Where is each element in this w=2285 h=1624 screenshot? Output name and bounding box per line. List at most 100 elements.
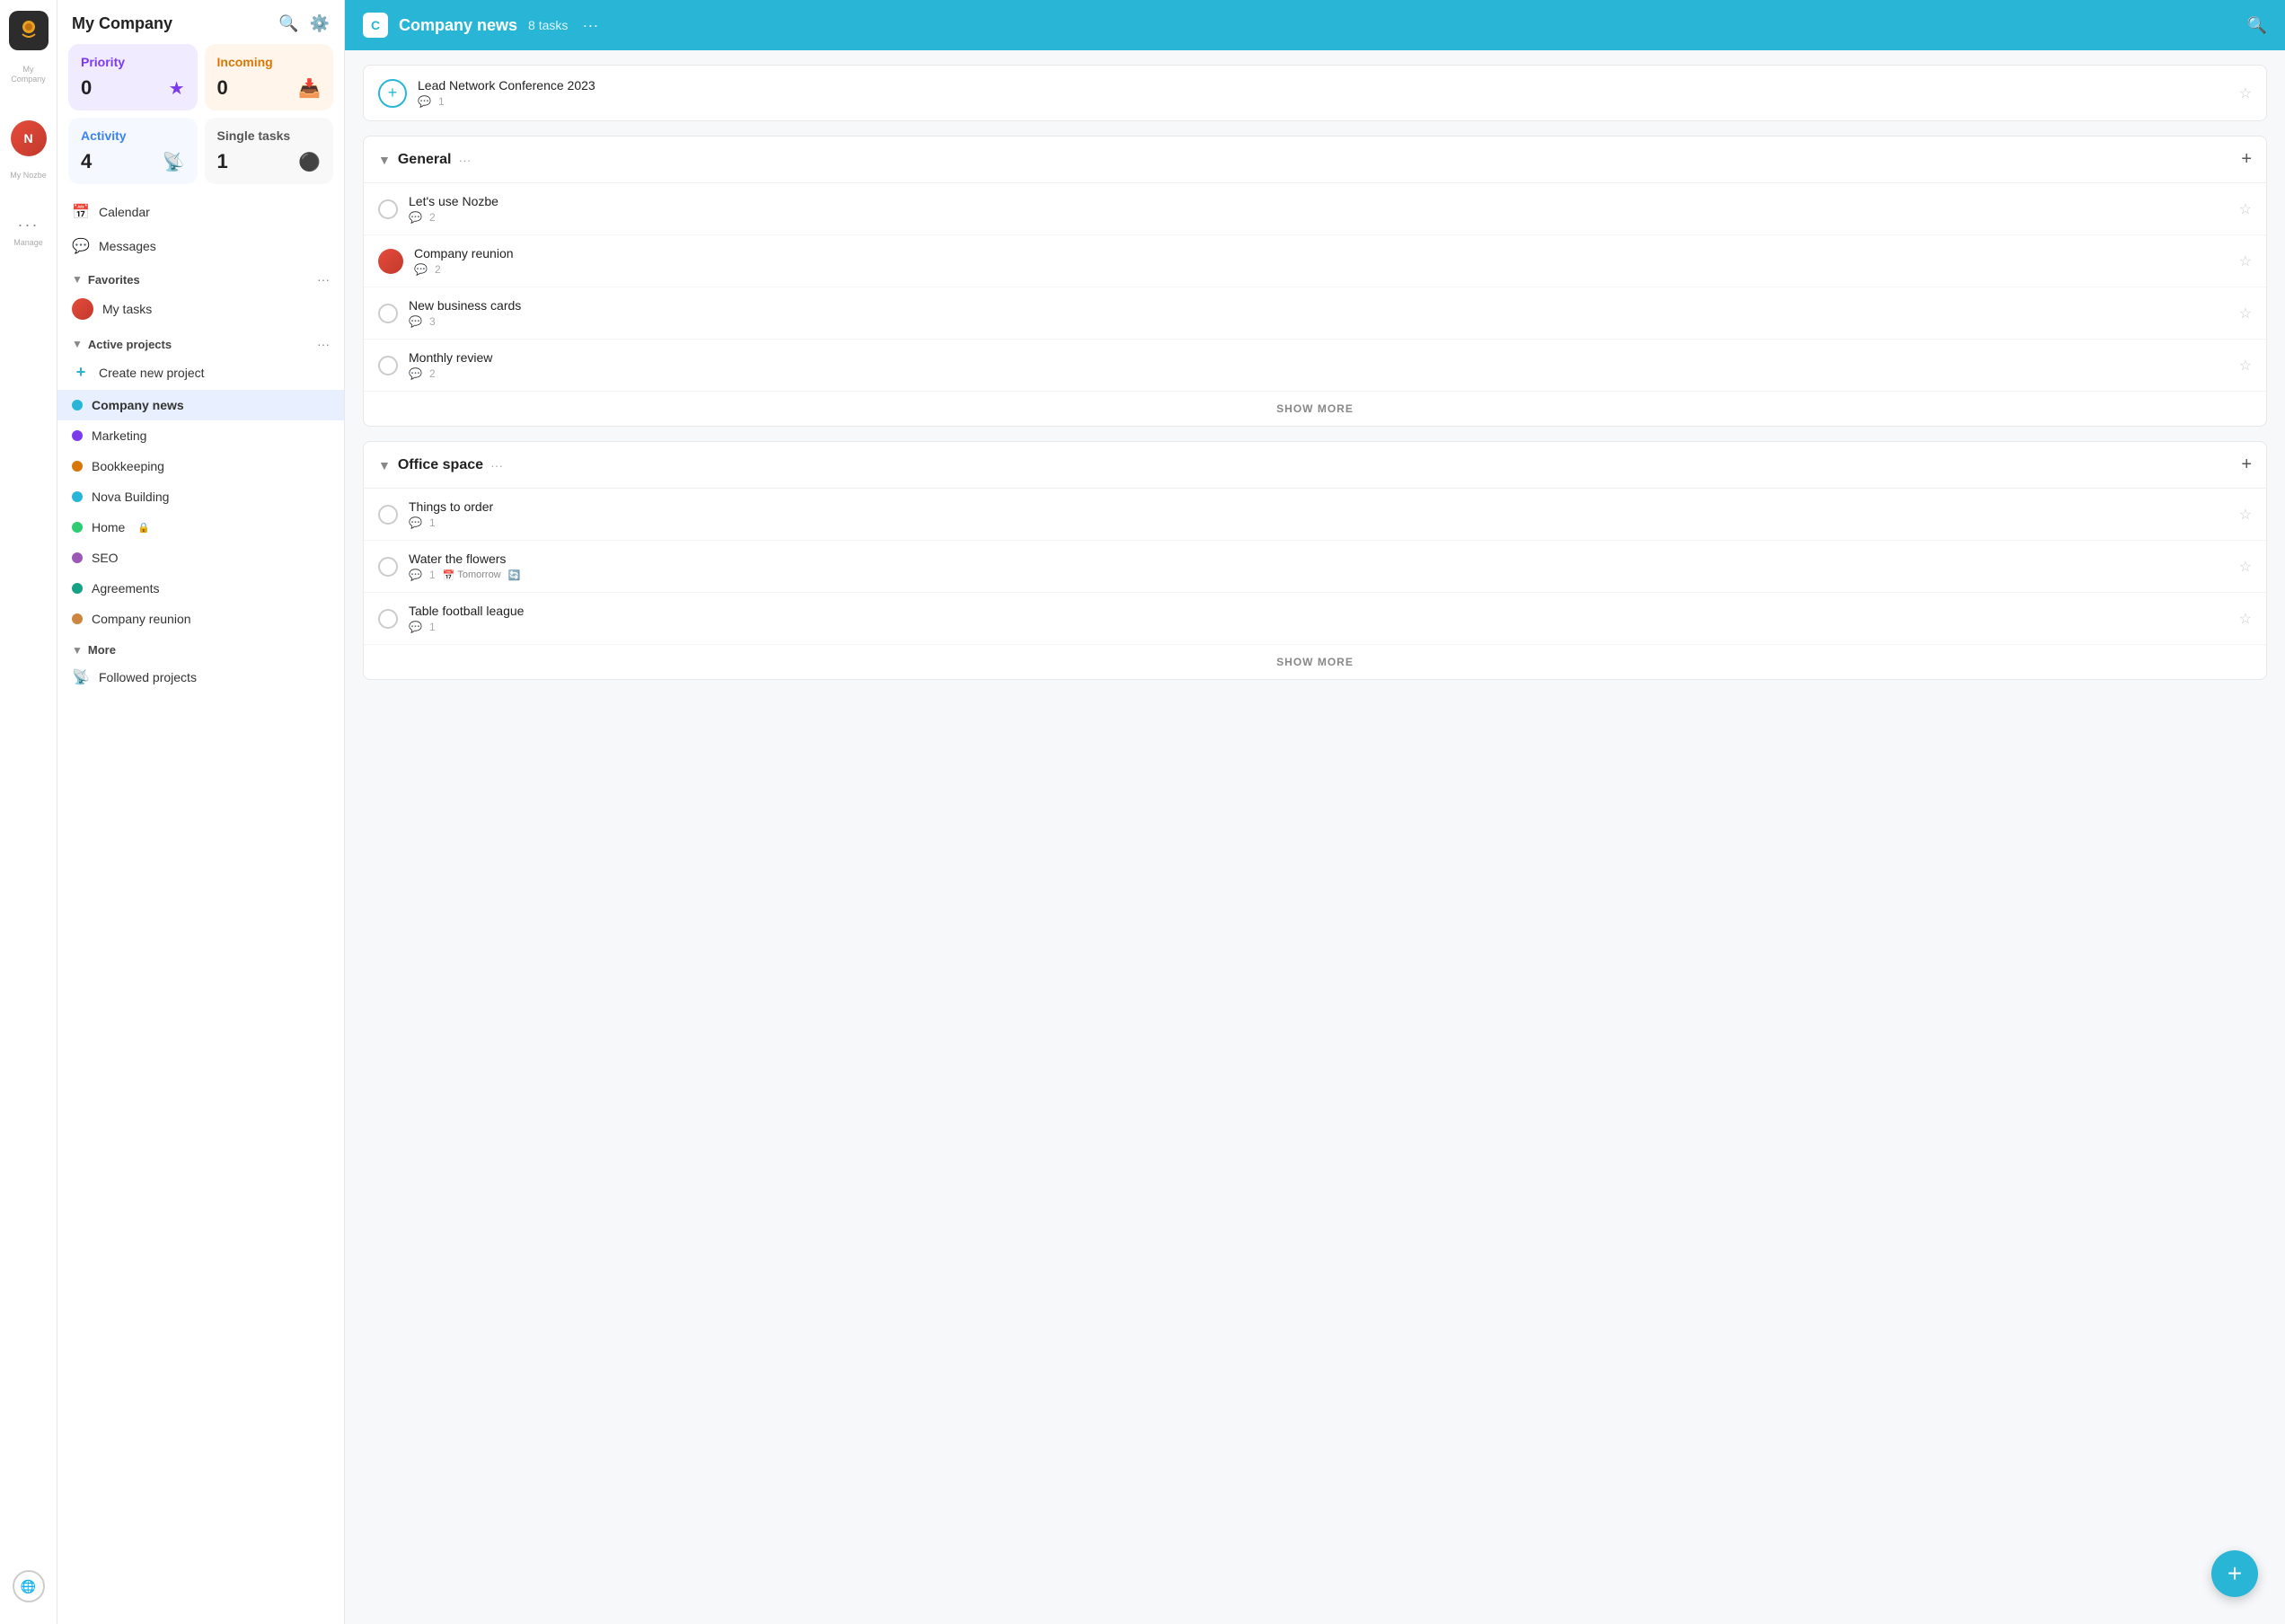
- activity-card-title: Activity: [81, 128, 185, 143]
- sidebar-settings-icon[interactable]: ⚙️: [310, 14, 330, 33]
- app-company-label: My Company: [6, 65, 51, 84]
- task-title: New business cards: [409, 298, 2228, 313]
- comment-count: 2: [435, 263, 441, 276]
- general-section-header: ▼ General ··· +: [364, 137, 2266, 183]
- sidebar-item-calendar[interactable]: 📅 Calendar: [57, 195, 344, 229]
- favorites-section-header[interactable]: ▼ Favorites ···: [57, 263, 344, 290]
- sidebar-item-seo[interactable]: SEO: [57, 543, 344, 573]
- table-row[interactable]: Monthly review 💬 2 ☆: [364, 340, 2266, 392]
- task-meta: 💬 1 📅 Tomorrow 🔄: [409, 569, 2228, 581]
- table-row[interactable]: New business cards 💬 3 ☆: [364, 287, 2266, 340]
- globe-icon: 🌐: [21, 1579, 36, 1594]
- top-task-info: Lead Network Conference 2023 💬 1: [418, 78, 2228, 108]
- fab-add-button[interactable]: +: [2211, 1550, 2258, 1597]
- globe-button[interactable]: 🌐: [13, 1570, 45, 1602]
- task-checkbox[interactable]: [378, 199, 398, 219]
- task-checkbox[interactable]: [378, 356, 398, 375]
- task-info: Water the flowers 💬 1 📅 Tomorrow 🔄: [409, 552, 2228, 581]
- task-star-button[interactable]: ☆: [2239, 357, 2252, 375]
- sidebar-item-followed-projects[interactable]: 📡 Followed projects: [57, 660, 344, 694]
- top-task-meta: 💬 1: [418, 95, 2228, 108]
- single-tasks-icon: ⚫: [298, 151, 321, 173]
- task-meta: 💬 2: [409, 367, 2228, 380]
- task-star-button[interactable]: ☆: [2239, 252, 2252, 270]
- sidebar-item-my-tasks[interactable]: My tasks: [57, 290, 344, 328]
- incoming-card[interactable]: Incoming 0 📥: [205, 44, 334, 110]
- activity-card[interactable]: Activity 4 📡: [68, 118, 198, 184]
- task-title: Monthly review: [409, 350, 2228, 365]
- agreements-label: Agreements: [92, 581, 159, 596]
- sidebar-item-marketing[interactable]: Marketing: [57, 420, 344, 451]
- project-icon: C: [363, 13, 388, 38]
- task-star-button[interactable]: ☆: [2239, 610, 2252, 628]
- sidebar-item-create-new-project[interactable]: + Create new project: [57, 355, 344, 390]
- bookkeeping-dot: [72, 461, 83, 472]
- general-chevron-icon[interactable]: ▼: [378, 153, 391, 167]
- sidebar-item-home[interactable]: Home 🔒: [57, 512, 344, 543]
- comment-icon: 💬: [409, 516, 422, 529]
- top-task-comment-count: 1: [438, 95, 445, 108]
- top-task-row[interactable]: + Lead Network Conference 2023 💬 1 ☆: [363, 65, 2267, 121]
- agreements-dot: [72, 583, 83, 594]
- task-star-button[interactable]: ☆: [2239, 304, 2252, 322]
- favorites-more-icon[interactable]: ···: [317, 272, 330, 287]
- table-row[interactable]: Company reunion 💬 2 ☆: [364, 235, 2266, 287]
- messages-label: Messages: [99, 239, 156, 253]
- project-name: Company news: [399, 16, 517, 35]
- my-tasks-label: My tasks: [102, 302, 152, 316]
- office-space-add-task-button[interactable]: +: [2241, 455, 2252, 475]
- table-row[interactable]: Things to order 💬 1 ☆: [364, 489, 2266, 541]
- active-projects-section-header[interactable]: ▼ Active projects ···: [57, 328, 344, 355]
- office-space-chevron-icon[interactable]: ▼: [378, 458, 391, 472]
- home-label: Home: [92, 520, 125, 534]
- header-search-icon[interactable]: 🔍: [2247, 16, 2267, 35]
- general-show-more-button[interactable]: SHOW MORE: [364, 392, 2266, 426]
- task-checkbox[interactable]: [378, 304, 398, 323]
- general-add-task-button[interactable]: +: [2241, 149, 2252, 170]
- marketing-dot: [72, 430, 83, 441]
- task-star-button[interactable]: ☆: [2239, 506, 2252, 524]
- task-checkbox[interactable]: [378, 557, 398, 577]
- sidebar-item-bookkeeping[interactable]: Bookkeeping: [57, 451, 344, 481]
- office-space-more-icon[interactable]: ···: [490, 458, 503, 472]
- sidebar-item-company-news[interactable]: Company news: [57, 390, 344, 420]
- task-meta: 💬 2: [409, 211, 2228, 224]
- sidebar-item-agreements[interactable]: Agreements: [57, 573, 344, 604]
- project-icon-letter: C: [371, 18, 380, 32]
- priority-card[interactable]: Priority 0 ★: [68, 44, 198, 110]
- add-task-button[interactable]: +: [378, 79, 407, 108]
- top-task-star-button[interactable]: ☆: [2239, 84, 2252, 102]
- sidebar-item-nova-building[interactable]: Nova Building: [57, 481, 344, 512]
- table-row[interactable]: Water the flowers 💬 1 📅 Tomorrow 🔄 ☆: [364, 541, 2266, 593]
- task-checkbox[interactable]: [378, 505, 398, 525]
- task-star-button[interactable]: ☆: [2239, 558, 2252, 576]
- activity-rss-icon: 📡: [163, 151, 185, 173]
- comment-icon: 💬: [409, 315, 422, 328]
- task-star-button[interactable]: ☆: [2239, 200, 2252, 218]
- active-projects-more-icon[interactable]: ···: [317, 337, 330, 351]
- app-icon[interactable]: [9, 11, 49, 50]
- task-avatar: [378, 249, 403, 274]
- company-reunion-label: Company reunion: [92, 612, 191, 626]
- table-row[interactable]: Let's use Nozbe 💬 2 ☆: [364, 183, 2266, 235]
- general-more-icon[interactable]: ···: [458, 153, 471, 167]
- comment-icon: 💬: [409, 569, 422, 581]
- content-area: + Lead Network Conference 2023 💬 1 ☆ ▼ G…: [345, 50, 2285, 1624]
- manage-button[interactable]: ··· Manage: [13, 216, 43, 247]
- sidebar-item-company-reunion[interactable]: Company reunion: [57, 604, 344, 634]
- recurring-icon: 🔄: [508, 569, 521, 581]
- table-row[interactable]: Table football league 💬 1 ☆: [364, 593, 2266, 645]
- single-tasks-card[interactable]: Single tasks 1 ⚫: [205, 118, 334, 184]
- messages-icon: 💬: [72, 237, 90, 255]
- more-section-header[interactable]: ▼ More: [57, 634, 344, 660]
- incoming-card-title: Incoming: [217, 55, 322, 69]
- sidebar-item-messages[interactable]: 💬 Messages: [57, 229, 344, 263]
- task-checkbox[interactable]: [378, 609, 398, 629]
- sidebar-header: My Company 🔍 ⚙️: [57, 0, 344, 44]
- header-more-icon[interactable]: ···: [582, 16, 598, 35]
- task-title: Table football league: [409, 604, 2228, 618]
- user-avatar[interactable]: N: [11, 120, 47, 156]
- incoming-count: 0: [217, 76, 228, 100]
- sidebar-search-icon[interactable]: 🔍: [278, 14, 298, 33]
- office-space-show-more-button[interactable]: SHOW MORE: [364, 645, 2266, 679]
